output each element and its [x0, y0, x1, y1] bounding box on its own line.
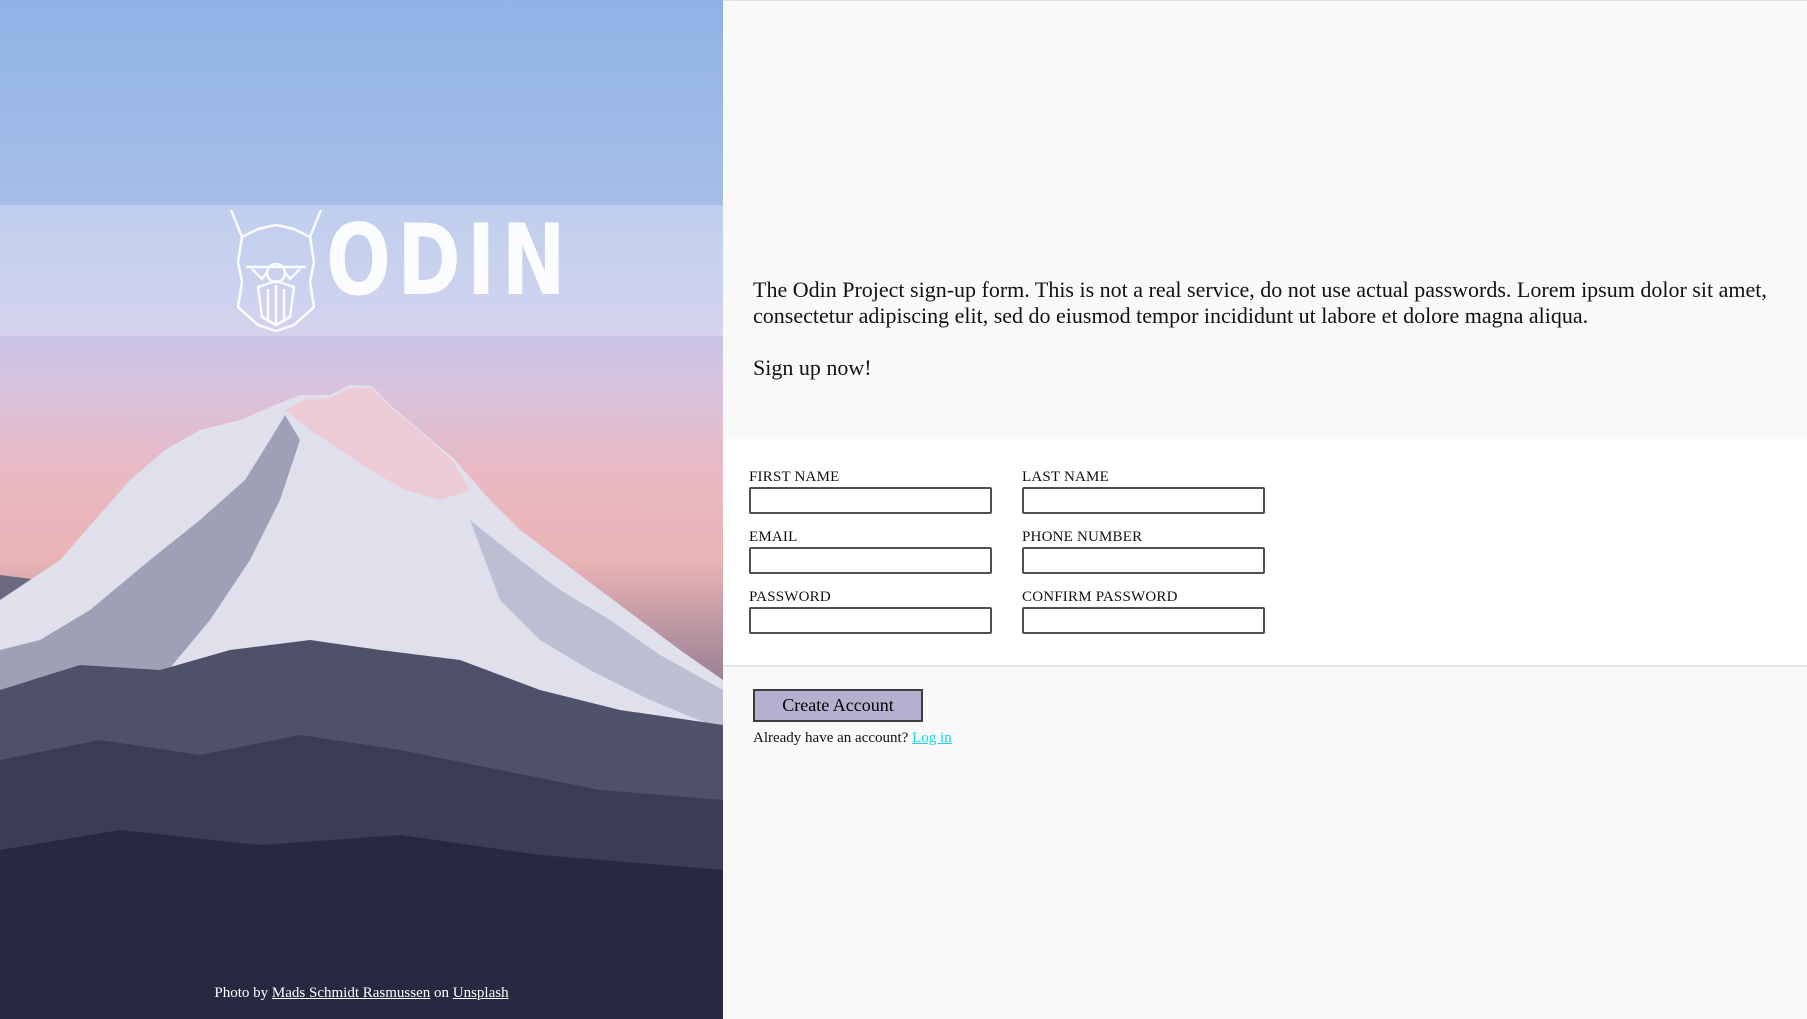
last-name-group: LAST NAME	[1022, 468, 1265, 514]
mountain-photo	[0, 385, 723, 1019]
phone-input[interactable]	[1022, 547, 1265, 574]
login-prompt: Already have an account? Log in	[753, 730, 952, 747]
phone-label: PHONE NUMBER	[1022, 529, 1143, 545]
odin-logo-text: ODIN	[326, 204, 572, 318]
credit-author-link[interactable]: Mads Schmidt Rasmussen	[272, 985, 430, 1001]
hero-panel: ODIN Photo by Mads Schmidt Rasmussen on …	[0, 0, 723, 1019]
confirm-password-group: CONFIRM PASSWORD	[1022, 588, 1265, 634]
photo-credit: Photo by Mads Schmidt Rasmussen on Unspl…	[0, 985, 723, 1002]
credit-on: on	[434, 985, 449, 1001]
signup-content: The Odin Project sign-up form. This is n…	[723, 0, 1807, 1019]
first-name-input[interactable]	[749, 487, 992, 514]
signup-heading: Sign up now!	[753, 355, 872, 380]
password-label: PASSWORD	[749, 589, 831, 605]
email-input[interactable]	[749, 547, 992, 574]
create-account-button[interactable]: Create Account	[753, 689, 923, 722]
last-name-label: LAST NAME	[1022, 469, 1109, 485]
email-group: EMAIL	[749, 528, 992, 574]
first-name-label: FIRST NAME	[749, 469, 840, 485]
confirm-password-label: CONFIRM PASSWORD	[1022, 589, 1178, 605]
first-name-group: FIRST NAME	[749, 468, 992, 514]
login-prompt-text: Already have an account?	[753, 730, 909, 746]
odin-viking-icon	[229, 209, 323, 333]
credit-site-link[interactable]: Unsplash	[453, 985, 509, 1001]
password-group: PASSWORD	[749, 588, 992, 634]
credit-prefix: Photo by	[214, 985, 269, 1001]
confirm-password-input[interactable]	[1022, 607, 1265, 634]
email-label: EMAIL	[749, 529, 798, 545]
signup-form: FIRST NAME LAST NAME EMAIL PHONE NUMBER …	[723, 439, 1807, 667]
last-name-input[interactable]	[1022, 487, 1265, 514]
intro-text: The Odin Project sign-up form. This is n…	[753, 277, 1767, 328]
password-input[interactable]	[749, 607, 992, 634]
login-link[interactable]: Log in	[912, 730, 952, 746]
phone-group: PHONE NUMBER	[1022, 528, 1265, 574]
